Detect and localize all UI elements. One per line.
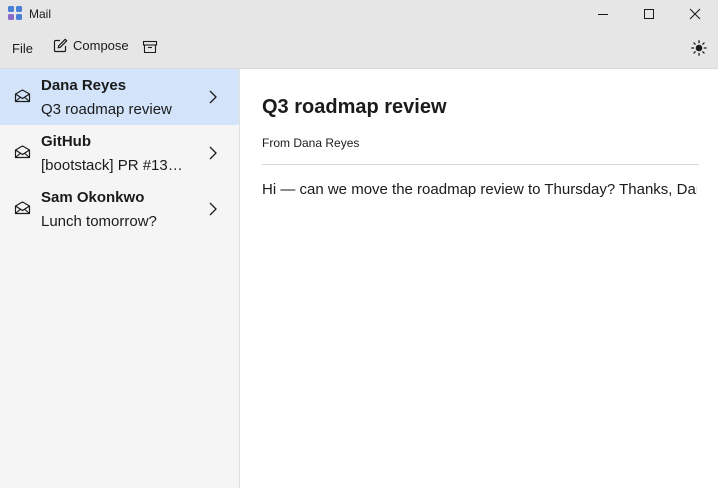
chevron-right-icon xyxy=(209,146,217,160)
message-list: Dana Reyes Q3 roadmap review GitHub [boo… xyxy=(0,69,240,488)
mail-window: Mail File Compose Dana Reyes Q3 roadmap … xyxy=(0,0,718,488)
compose-icon xyxy=(53,38,68,53)
message-item[interactable]: Dana Reyes Q3 roadmap review xyxy=(0,69,239,125)
maximize-icon xyxy=(644,9,654,19)
header-divider xyxy=(262,164,699,165)
chevron-right-icon xyxy=(209,202,217,216)
message-from: From Dana Reyes xyxy=(262,136,360,150)
message-subject: Q3 roadmap review xyxy=(41,101,172,118)
maximize-button[interactable] xyxy=(626,0,672,28)
message-title: Q3 roadmap review xyxy=(262,96,447,118)
compose-label: Compose xyxy=(73,38,129,53)
window-controls xyxy=(580,0,718,28)
reading-pane: Q3 roadmap review From Dana Reyes Hi — c… xyxy=(240,69,718,488)
envelope-icon xyxy=(14,145,31,159)
message-item[interactable]: GitHub [bootstack] PR #135… xyxy=(0,125,239,181)
sun-icon[interactable] xyxy=(691,40,707,56)
message-body[interactable]: Hi — can we move the roadmap review to T… xyxy=(262,181,697,198)
chevron-right-icon xyxy=(209,90,217,104)
message-item[interactable]: Sam Okonkwo Lunch tomorrow? xyxy=(0,181,239,237)
main-area: Dana Reyes Q3 roadmap review GitHub [boo… xyxy=(0,69,718,488)
message-subject: Lunch tomorrow? xyxy=(41,213,157,230)
title-bar: Mail xyxy=(0,0,718,28)
envelope-icon xyxy=(14,201,31,215)
envelope-icon xyxy=(14,89,31,103)
minimize-icon xyxy=(598,14,608,15)
mail-app-icon xyxy=(8,6,22,20)
compose-button[interactable]: Compose xyxy=(53,38,129,53)
archive-icon[interactable] xyxy=(142,39,158,55)
close-icon xyxy=(689,8,701,20)
message-sender: Dana Reyes xyxy=(41,77,127,94)
minimize-button[interactable] xyxy=(580,0,626,28)
close-button[interactable] xyxy=(672,0,718,28)
message-sender: GitHub xyxy=(41,133,91,150)
window-title: Mail xyxy=(29,7,52,21)
message-sender: Sam Okonkwo xyxy=(41,189,145,206)
message-subject: [bootstack] PR #135… xyxy=(41,157,191,174)
toolbar: File Compose xyxy=(0,28,718,69)
file-menu[interactable]: File xyxy=(12,41,33,56)
